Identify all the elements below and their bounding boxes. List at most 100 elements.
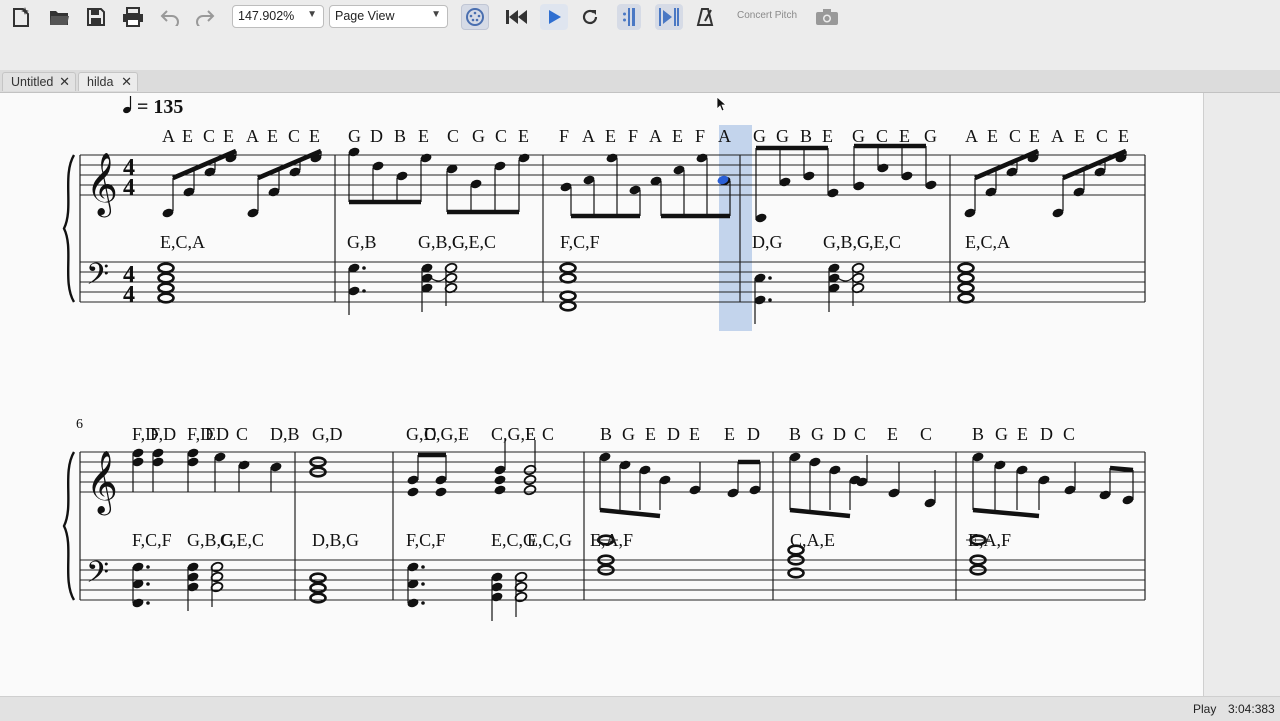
note-name-label: D [833,424,846,444]
tempo-marking[interactable]: = 135 [122,96,183,118]
note-name-label: C [920,424,932,444]
measure-number: 6 [76,417,83,432]
note-name-label: E [223,126,234,146]
midi-input-icon[interactable] [461,4,489,30]
concert-pitch-toggle[interactable]: Concert Pitch [737,10,797,21]
score-page[interactable]: = 135 𝄞 𝄢 4 4 4 4 A E C E A E C E G D B E C G C E F A E F A E F A G G B E… [0,93,1203,696]
note-head[interactable] [787,544,805,556]
note-name-label: E [724,424,735,444]
zoom-select[interactable]: 147.902% ▼ [232,5,324,28]
tempo-text: = 135 [137,96,183,118]
note-head[interactable] [787,567,805,579]
note-head[interactable] [434,486,447,497]
chord-label: F,C,F [132,530,172,550]
note-head[interactable] [157,272,175,284]
loop-icon[interactable] [577,4,603,30]
chord-label: C,E,C [857,232,901,252]
zoom-value: 147.902% [238,9,295,23]
chord-label: C,E,C [452,232,496,252]
note-name-label: G [753,126,766,146]
bass-clef[interactable]: 𝄢 [86,556,109,596]
note-name-label: F,D [150,424,176,444]
system-2: 𝄞𝄢F,DF,D F,DE D C D,B G,D G,DC,G,E C,G,EE C B G E D E… [62,424,1146,621]
save-icon[interactable] [83,4,109,30]
repeat-playback-icon[interactable] [617,4,641,30]
note-name-label: E [518,126,529,146]
note-name-label: E [899,126,910,146]
note-head[interactable] [957,272,975,284]
note-head[interactable] [309,572,327,584]
chord-label: G,B [347,232,377,252]
new-score-icon[interactable] [8,4,34,30]
note-head[interactable] [523,474,537,486]
note-name-label: D [1040,424,1053,444]
tab-untitled[interactable]: Untitled ✕ [2,72,76,91]
note-name-label: C [854,424,866,444]
time-signature[interactable]: 4 [123,175,135,201]
note-name-label: G [995,424,1008,444]
note-name-label: G [924,126,937,146]
note-head[interactable] [523,484,537,496]
note-beam [972,507,1040,519]
brace [62,451,76,601]
note-name-label: A [1051,126,1064,146]
pan-score-icon[interactable] [655,4,683,30]
note-head[interactable] [309,592,327,604]
note-name-label: C [495,126,507,146]
open-folder-icon[interactable] [46,4,72,30]
close-icon[interactable]: ✕ [121,74,132,90]
augmentation-dot [768,298,772,302]
camera-icon[interactable] [814,4,840,30]
note-name-label: C [542,424,554,444]
note-name-label: E [309,126,320,146]
note-head[interactable] [559,300,577,312]
note-name-label: G [811,424,824,444]
score-canvas[interactable]: = 135 𝄞𝄢4444A E C E A E C E G D B E C G C E F A E F A E F A G G B E… [0,93,1203,696]
bass-clef[interactable]: 𝄢 [86,258,109,298]
note-name-label: E [267,126,278,146]
note-head[interactable] [157,282,175,294]
chord-label: F,C,F [406,530,446,550]
play-icon[interactable] [540,4,568,30]
note-input-toolbar: 𝅘𝅥𝅲 𝅘𝅥𝅱 𝅘𝅥𝅰 𝅘𝅥𝅯 ♪ ♩ 𝅗𝅥 𝅝 × ♯ ♮ ♭ 𝄫 [0,34,1280,96]
playback-cursor [719,125,752,331]
note-head[interactable] [157,262,175,274]
tab-label: Untitled [11,75,54,89]
right-panel [1203,93,1280,696]
note-head[interactable] [957,282,975,294]
note-head[interactable] [157,292,175,304]
treble-clef[interactable]: 𝄞 [86,452,118,516]
note-head[interactable] [309,582,327,594]
redo-icon[interactable] [192,4,218,30]
note-name-label: F [695,126,705,146]
note-name-label: D [370,126,383,146]
print-icon[interactable] [120,4,146,30]
main-toolbar: 147.902% ▼ Page View ▼ Concert Pitch [0,0,1280,34]
note-name-label: D [216,424,229,444]
note-head[interactable] [493,484,506,495]
note-head[interactable] [957,292,975,304]
note-name-label: G [348,126,361,146]
note-name-label: E [1017,424,1028,444]
note-head[interactable] [406,486,419,497]
chevron-down-icon: ▼ [431,9,441,20]
treble-clef[interactable]: 𝄞 [86,154,118,218]
note-head[interactable] [559,262,577,274]
tab-hilda[interactable]: hilda ✕ [78,72,138,91]
note-name-label: G,D [312,424,343,444]
status-bar: Play 3:04:383 [0,696,1280,721]
note-head[interactable] [957,262,975,274]
note-head[interactable] [559,290,577,302]
view-mode-select[interactable]: Page View ▼ [329,5,448,28]
note-name-label: E [1074,126,1085,146]
chord-label: D,B,G [312,530,359,550]
metronome-icon[interactable] [692,4,718,30]
close-icon[interactable]: ✕ [59,74,70,90]
rewind-icon[interactable] [503,4,529,30]
undo-icon[interactable] [157,4,183,30]
tie [837,277,853,282]
augmentation-dot [421,601,425,605]
time-signature[interactable]: 4 [123,282,135,308]
note-head[interactable] [493,474,506,485]
note-head[interactable] [559,272,577,284]
